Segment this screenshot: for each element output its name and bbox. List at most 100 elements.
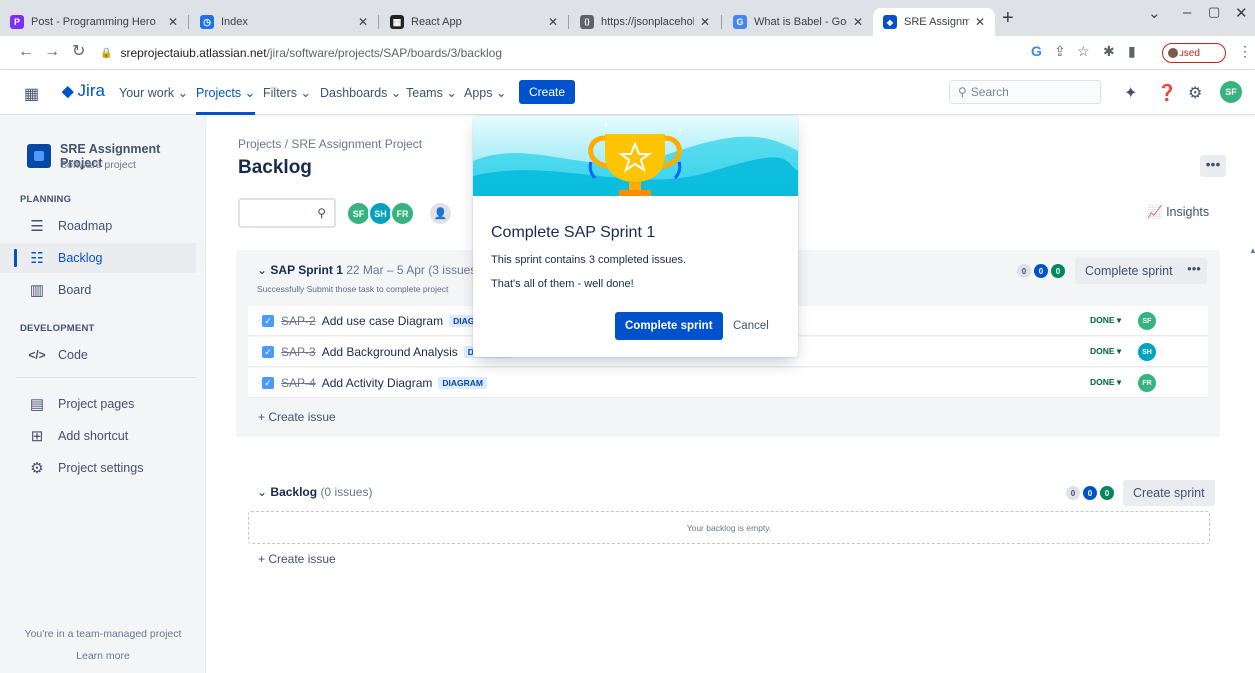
- status-dropdown[interactable]: DONE ▾: [1090, 377, 1121, 388]
- sprint-header[interactable]: ⌄ SAP Sprint 1 22 Mar – 5 Apr (3 issues): [257, 263, 480, 277]
- add-people-icon[interactable]: 👤: [428, 201, 453, 226]
- sidebar-item-roadmap[interactable]: ☰ Roadmap: [0, 211, 196, 241]
- browser-tab[interactable]: ◷ Index ✕: [190, 8, 378, 36]
- create-button[interactable]: Create: [519, 80, 576, 104]
- reload-icon[interactable]: ↻: [72, 43, 85, 61]
- chevron-down-icon: ⌄: [244, 86, 256, 100]
- assignee-avatar[interactable]: SH: [1138, 343, 1156, 361]
- lock-icon: 🔒: [100, 47, 113, 59]
- sidebar-item-backlog[interactable]: ☷ Backlog: [0, 243, 196, 273]
- nav-filters[interactable]: Filters ⌄: [263, 85, 311, 100]
- nav-apps[interactable]: Apps ⌄: [464, 85, 506, 100]
- assignee-avatar[interactable]: SF: [1138, 312, 1156, 330]
- nav-dashboards[interactable]: Dashboards ⌄: [320, 85, 401, 100]
- close-window-icon[interactable]: ✕: [1235, 4, 1248, 22]
- help-icon[interactable]: ❓: [1157, 83, 1177, 103]
- sidebar-item-project-pages[interactable]: ▤ Project pages: [0, 389, 196, 419]
- close-tab-icon[interactable]: ✕: [358, 15, 368, 29]
- back-icon[interactable]: ←: [18, 43, 34, 61]
- close-tab-icon[interactable]: ✕: [700, 15, 710, 29]
- sidebar-item-add-shortcut[interactable]: ⊞ Add shortcut: [0, 421, 196, 451]
- jira-logo-text: Jira: [77, 81, 105, 100]
- project-avatar-icon[interactable]: [27, 144, 51, 168]
- create-issue-button[interactable]: + Create issue: [258, 410, 336, 424]
- todo-count-badge: 0: [1066, 486, 1080, 500]
- status-dropdown[interactable]: DONE ▾: [1090, 315, 1121, 326]
- learn-more-link[interactable]: Learn more: [0, 650, 206, 662]
- team-managed-note: You're in a team-managed project: [24, 628, 182, 640]
- new-tab-icon[interactable]: +: [1002, 8, 1014, 28]
- member-avatar[interactable]: FR: [390, 201, 415, 226]
- url-host: sreprojectaiub.atlassian.net: [120, 46, 267, 60]
- profile-paused-button[interactable]: Paused: [1162, 43, 1226, 63]
- google-lens-icon[interactable]: G: [1031, 43, 1042, 59]
- nav-your-work[interactable]: Your work ⌄: [119, 85, 188, 100]
- react-icon: ▦: [390, 15, 404, 29]
- complete-sprint-dialog: ✦ ✦ Complete SAP Sprint 1 This sprint co…: [473, 116, 798, 357]
- sprint-more-button[interactable]: •••: [1181, 258, 1207, 284]
- settings-gear-icon[interactable]: ⚙: [1188, 83, 1202, 103]
- app-switcher-icon[interactable]: ▦: [24, 84, 39, 104]
- confirm-complete-sprint-button[interactable]: Complete sprint: [615, 312, 723, 340]
- search-input[interactable]: ⚲ Search: [949, 80, 1101, 104]
- browser-tab[interactable]: {} https://jsonplaceholder.typ ✕: [570, 8, 720, 36]
- tab-title: SRE Assignment Project - A: [904, 16, 969, 28]
- search-placeholder: Search: [970, 85, 1009, 99]
- notifications-icon[interactable]: ✦: [1124, 83, 1137, 103]
- jira-logo[interactable]: ◆ Jira: [62, 81, 105, 101]
- user-avatar[interactable]: SF: [1220, 81, 1242, 103]
- sidebar-item-label: Project pages: [58, 397, 135, 411]
- maximize-icon[interactable]: ▢: [1208, 4, 1220, 20]
- sidebar-item-project-settings[interactable]: ⚙ Project settings: [0, 453, 196, 483]
- cancel-button[interactable]: Cancel: [725, 312, 777, 340]
- gear-icon: ⚙: [30, 460, 44, 477]
- share-icon[interactable]: ⇪: [1054, 43, 1066, 60]
- chevron-down-icon: ⌄: [177, 86, 189, 100]
- issue-summary: Add use case Diagram: [321, 313, 444, 328]
- sidebar-item-code[interactable]: </> Code: [0, 340, 196, 370]
- complete-sprint-button[interactable]: Complete sprint: [1075, 258, 1183, 284]
- extensions-icon[interactable]: ✱: [1103, 43, 1115, 60]
- bookmark-star-icon[interactable]: ☆: [1077, 43, 1090, 60]
- browser-tab[interactable]: P Post - Programming Hero ✕: [0, 8, 188, 36]
- browser-tab[interactable]: ▦ React App ✕: [380, 8, 568, 36]
- more-actions-button[interactable]: •••: [1200, 155, 1226, 177]
- browser-tab-active[interactable]: ◆ SRE Assignment Project - A ✕: [873, 8, 995, 36]
- insights-button[interactable]: 📈 Insights: [1147, 205, 1209, 220]
- close-tab-icon[interactable]: ✕: [975, 15, 985, 29]
- assignee-avatar[interactable]: FR: [1138, 374, 1156, 392]
- minimize-icon[interactable]: –: [1183, 4, 1191, 21]
- section-planning: PLANNING: [20, 194, 72, 205]
- backlog-header[interactable]: ⌄ Backlog (0 issues): [257, 485, 372, 499]
- issue-key[interactable]: SAP-2: [281, 314, 316, 328]
- browser-tab[interactable]: G What is Babel - Google Sea ✕: [723, 8, 873, 36]
- tab-search-icon[interactable]: ⌄: [1148, 4, 1161, 22]
- sidebar-item-board[interactable]: ▥ Board: [0, 275, 196, 305]
- url-input[interactable]: 🔒 sreprojectaiub.atlassian.net/jira/soft…: [100, 41, 1020, 65]
- issue-key[interactable]: SAP-4: [281, 376, 316, 390]
- nav-label: Apps: [464, 86, 493, 100]
- forward-icon[interactable]: →: [44, 43, 60, 61]
- profile-avatar: [1166, 46, 1180, 60]
- jira-logo-icon: ◆: [62, 83, 74, 100]
- browser-tab-strip: P Post - Programming Hero ✕ ◷ Index ✕ ▦ …: [0, 0, 1255, 36]
- side-panel-icon[interactable]: ▮: [1128, 43, 1136, 60]
- issue-key[interactable]: SAP-3: [281, 345, 316, 359]
- create-sprint-button[interactable]: Create sprint: [1123, 480, 1215, 506]
- status-dropdown[interactable]: DONE ▾: [1090, 346, 1121, 357]
- chrome-menu-icon[interactable]: ⋮: [1238, 43, 1252, 60]
- issue-row[interactable]: ✓ SAP-4 Add Activity Diagram DIAGRAM DON…: [248, 368, 1208, 398]
- scroll-up-icon[interactable]: ▲: [1249, 246, 1255, 255]
- close-tab-icon[interactable]: ✕: [548, 15, 558, 29]
- breadcrumb[interactable]: Projects / SRE Assignment Project: [238, 137, 422, 151]
- roadmap-icon: ☰: [30, 218, 44, 235]
- nav-teams[interactable]: Teams ⌄: [406, 85, 457, 100]
- create-issue-button[interactable]: + Create issue: [258, 552, 336, 566]
- address-bar: ← → ↻ 🔒 sreprojectaiub.atlassian.net/jir…: [0, 36, 1255, 70]
- tab-divider: [568, 15, 569, 29]
- close-tab-icon[interactable]: ✕: [168, 15, 178, 29]
- nav-projects[interactable]: Projects ⌄: [196, 85, 256, 115]
- close-tab-icon[interactable]: ✕: [853, 15, 863, 29]
- backlog-search-input[interactable]: ⚲: [238, 198, 336, 228]
- backlog-name: Backlog: [270, 485, 318, 499]
